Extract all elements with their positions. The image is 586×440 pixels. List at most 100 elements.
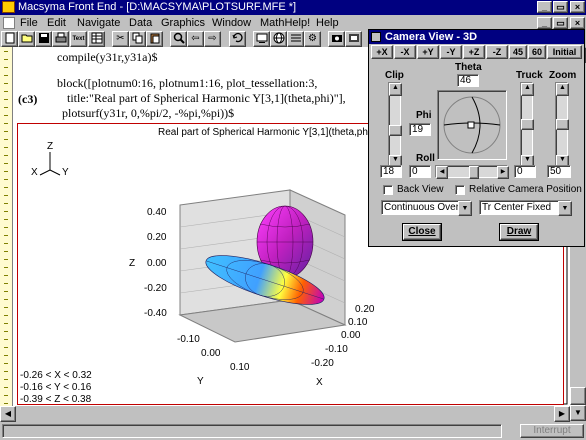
- menu-file[interactable]: File: [20, 17, 38, 29]
- new-page-icon[interactable]: [1, 31, 18, 47]
- menu-graphics[interactable]: Graphics: [161, 17, 205, 29]
- zoom-thumb[interactable]: [556, 119, 569, 130]
- view-initial-button[interactable]: Initial: [547, 45, 582, 59]
- table-icon[interactable]: [88, 31, 105, 47]
- zoom-up-arrow[interactable]: ▲: [556, 83, 569, 96]
- lines-icon[interactable]: [287, 31, 304, 47]
- dialog-title-bar[interactable]: Camera View - 3D: [369, 30, 584, 44]
- main-title-bar[interactable]: Macsyma Front End - [D:\MACSYMA\PLOTSURF…: [0, 0, 586, 15]
- truck-field[interactable]: 0: [514, 165, 536, 178]
- phi-field[interactable]: 19: [409, 123, 431, 136]
- doc-close-button[interactable]: ×: [570, 17, 585, 29]
- scroll-right-button[interactable]: ▶: [554, 406, 570, 422]
- relative-position-label[interactable]: Relative Camera Position: [469, 184, 582, 195]
- dialog-system-icon[interactable]: [371, 32, 381, 42]
- scroll-down-button[interactable]: ▼: [570, 405, 586, 421]
- code-line-compile[interactable]: compile(y31r,y31a)$: [57, 50, 158, 65]
- truck-slider[interactable]: ▲ ▼: [520, 82, 534, 168]
- clip-slider[interactable]: ▲ ▼: [388, 82, 402, 168]
- code-line-title[interactable]: title:"Real part of Spherical Harmonic Y…: [67, 91, 346, 106]
- settings-icon[interactable]: ⚙: [304, 31, 321, 47]
- ruler-tick: [4, 251, 8, 252]
- chevron-down-icon[interactable]: ▼: [558, 201, 572, 216]
- menu-data[interactable]: Data: [129, 17, 152, 29]
- ruler-tick: [4, 395, 8, 396]
- roll-field[interactable]: 0: [409, 165, 431, 178]
- roll-thumb[interactable]: [469, 166, 479, 179]
- menu-window[interactable]: Window: [212, 17, 251, 29]
- x-tick-1: 0.20: [355, 304, 375, 315]
- camera-icon[interactable]: [328, 31, 345, 47]
- scroll-thumb[interactable]: [570, 387, 586, 405]
- view-60-button[interactable]: 60: [528, 45, 546, 59]
- menu-edit[interactable]: Edit: [47, 17, 66, 29]
- orientation-trackball[interactable]: [437, 90, 507, 160]
- code-line-plotsurf[interactable]: plotsurf(y31r, 0,%pi/2, -%pi,%pi))$: [62, 106, 234, 121]
- cut-scissors-icon[interactable]: ✂: [112, 31, 129, 47]
- plot-title: Real part of Spherical Harmonic Y[3,1](t…: [158, 127, 374, 138]
- save-disk-icon[interactable]: [35, 31, 52, 47]
- z-axis-label: Z: [129, 258, 136, 269]
- arrow-right-icon[interactable]: ⇨: [204, 31, 221, 47]
- roll-left-arrow[interactable]: ◀: [436, 166, 448, 179]
- draw-button[interactable]: Draw: [499, 223, 539, 241]
- clip-field[interactable]: 18: [380, 165, 402, 178]
- roll-right-arrow[interactable]: ▶: [497, 166, 509, 179]
- relative-position-checkbox[interactable]: [455, 185, 465, 195]
- ruler-tick: [4, 131, 8, 132]
- zoom-field[interactable]: 50: [547, 165, 571, 178]
- code-line-block[interactable]: block([plotnum0:16, plotnum1:16, plot_te…: [57, 76, 317, 91]
- view-minus-y-button[interactable]: -Y: [440, 45, 462, 59]
- view-plus-y-button[interactable]: +Y: [417, 45, 439, 59]
- back-view-label[interactable]: Back View: [397, 184, 444, 195]
- print-icon[interactable]: [52, 31, 69, 47]
- chevron-down-icon[interactable]: ▼: [458, 201, 472, 216]
- film-icon[interactable]: [345, 31, 362, 47]
- view-45-button[interactable]: 45: [509, 45, 527, 59]
- ruler-tick: [4, 307, 8, 308]
- doc-restore-button[interactable]: ▭: [553, 17, 568, 29]
- z-tick-2: 0.20: [147, 232, 167, 243]
- menu-mathhelp[interactable]: MathHelp!: [260, 17, 310, 29]
- horizontal-scrollbar[interactable]: ◀ ▶: [0, 406, 570, 422]
- menu-help[interactable]: Help: [316, 17, 339, 29]
- menu-navigate[interactable]: Navigate: [77, 17, 120, 29]
- theta-field[interactable]: 46: [457, 74, 479, 87]
- truck-thumb[interactable]: [521, 119, 534, 130]
- copy-icon[interactable]: [129, 31, 146, 47]
- ruler-tick: [4, 195, 8, 196]
- app-icon[interactable]: [2, 1, 15, 13]
- scroll-left-button[interactable]: ◀: [0, 406, 16, 422]
- phi-label: Phi: [416, 110, 432, 121]
- document-icon[interactable]: [3, 17, 15, 29]
- view-minus-z-button[interactable]: -Z: [486, 45, 508, 59]
- arrow-left-icon[interactable]: ⇦: [187, 31, 204, 47]
- minimize-button[interactable]: _: [537, 1, 552, 13]
- ruler-tick: [4, 203, 8, 204]
- roll-slider[interactable]: ◀ ▶: [435, 165, 509, 179]
- view-plus-x-button[interactable]: +X: [371, 45, 393, 59]
- truck-up-arrow[interactable]: ▲: [521, 83, 534, 96]
- restore-button[interactable]: ▭: [553, 1, 568, 13]
- globe-icon[interactable]: [270, 31, 287, 47]
- text-cell-button[interactable]: Text: [70, 31, 87, 47]
- clip-thumb[interactable]: [389, 125, 402, 136]
- view-plus-z-button[interactable]: +Z: [463, 45, 485, 59]
- interrupt-icon[interactable]: [253, 31, 270, 47]
- search-icon[interactable]: [170, 31, 187, 47]
- paste-icon[interactable]: [146, 31, 163, 47]
- view-minus-x-button[interactable]: -X: [394, 45, 416, 59]
- triad-x-label: X: [31, 167, 38, 178]
- zoom-slider[interactable]: ▲ ▼: [555, 82, 569, 168]
- close-window-button[interactable]: ×: [570, 1, 585, 13]
- close-button[interactable]: Close: [402, 223, 442, 241]
- clip-up-arrow[interactable]: ▲: [389, 83, 402, 96]
- mode-select[interactable]: Continuous Overla ▼: [381, 200, 472, 216]
- interrupt-button[interactable]: Interrupt: [520, 424, 584, 438]
- center-select[interactable]: Tr Center Fixed ▼: [479, 200, 572, 216]
- doc-minimize-button[interactable]: _: [537, 17, 552, 29]
- undo-icon[interactable]: [229, 31, 246, 47]
- open-folder-icon[interactable]: [18, 31, 35, 47]
- back-view-checkbox[interactable]: [383, 185, 393, 195]
- triad-y-label: Y: [62, 167, 69, 178]
